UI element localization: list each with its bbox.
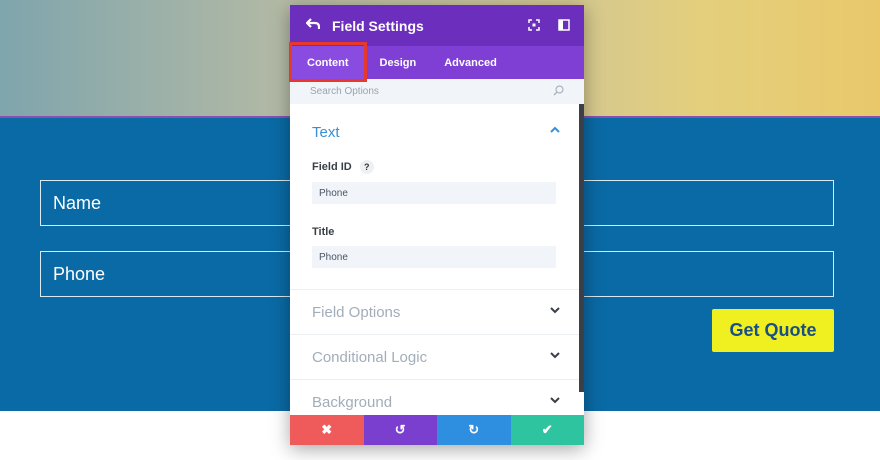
background-title: Background — [312, 393, 393, 411]
help-icon[interactable]: ? — [359, 160, 374, 174]
phone-field-label: Phone — [53, 264, 106, 284]
title-input[interactable] — [312, 246, 556, 268]
scrollbar[interactable] — [579, 104, 584, 392]
tab-content[interactable]: Content — [290, 46, 366, 79]
undo-button[interactable]: ↺ — [363, 415, 437, 445]
search-input[interactable] — [310, 86, 510, 97]
save-button[interactable]: ✔ — [510, 415, 584, 445]
search-icon[interactable] — [553, 83, 564, 101]
text-section: Text Field ID ? Title — [290, 104, 584, 289]
modal-footer: ✖ ↺ ↻ ✔ — [290, 415, 584, 445]
tab-bar: Content Design Advanced — [290, 46, 584, 79]
chevron-down-icon — [550, 306, 562, 318]
field-options-title: Field Options — [312, 303, 401, 321]
search-bar — [290, 79, 584, 104]
title-label-row: Title — [312, 226, 562, 238]
conditional-logic-title: Conditional Logic — [312, 348, 428, 366]
field-settings-modal: Field Settings Content Design Advanced T… — [289, 5, 584, 445]
tab-advanced[interactable]: Advanced — [430, 46, 511, 79]
chevron-down-icon — [550, 351, 562, 363]
get-quote-button[interactable]: Get Quote — [712, 309, 834, 352]
back-arrow-icon[interactable] — [305, 17, 332, 34]
cancel-button[interactable]: ✖ — [290, 415, 364, 445]
sidebar-toggle-icon[interactable] — [558, 18, 572, 33]
text-section-title: Text — [312, 123, 340, 141]
modal-title: Field Settings — [332, 17, 424, 34]
field-id-input[interactable] — [312, 182, 556, 204]
chevron-up-icon — [550, 126, 562, 138]
field-options-section[interactable]: Field Options — [290, 289, 584, 334]
modal-header: Field Settings — [290, 5, 584, 46]
chevron-down-icon — [550, 396, 562, 408]
name-field-label: Name — [53, 193, 102, 213]
field-id-label-row: Field ID ? — [312, 160, 562, 174]
conditional-logic-section[interactable]: Conditional Logic — [290, 334, 584, 379]
title-label: Title — [312, 226, 335, 238]
tab-design[interactable]: Design — [366, 46, 431, 79]
fullscreen-icon[interactable] — [528, 18, 542, 33]
text-section-header[interactable]: Text — [312, 104, 562, 160]
redo-button[interactable]: ↻ — [437, 415, 511, 445]
field-id-label: Field ID — [312, 161, 352, 173]
